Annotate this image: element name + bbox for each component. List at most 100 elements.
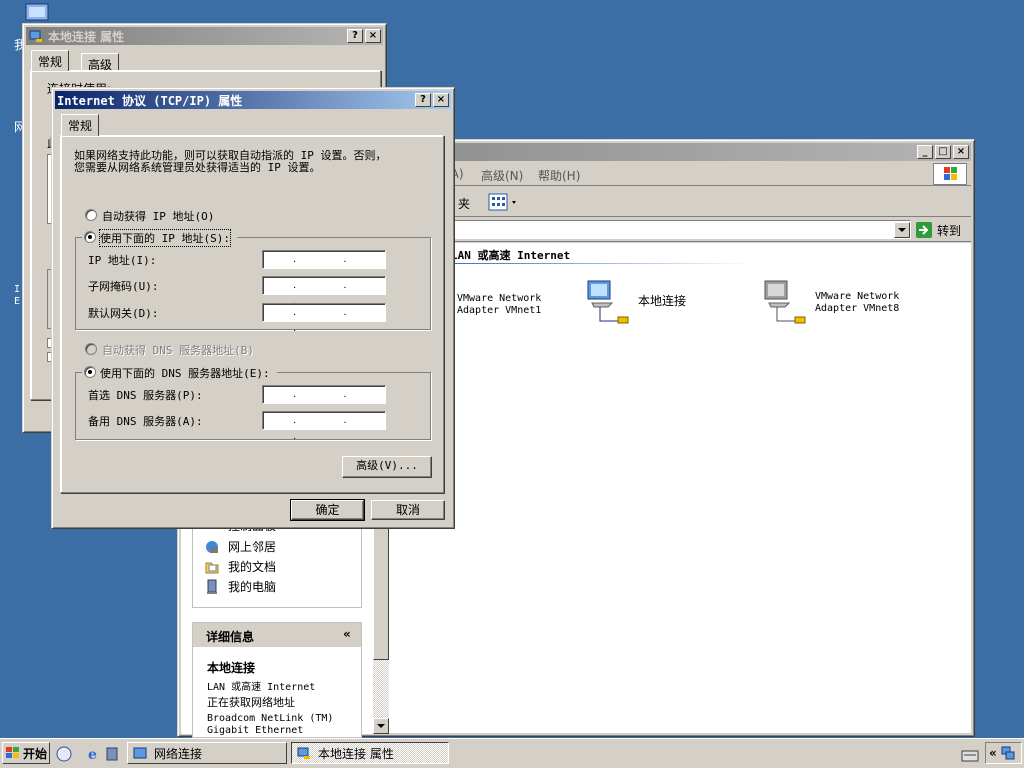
details-device-line1: Broadcom NetLink (TM) (207, 713, 334, 724)
other-place-network[interactable]: 网上邻居 (204, 538, 276, 555)
tray-chevron-icon[interactable]: « (989, 746, 997, 760)
gateway-input[interactable]: . . . (262, 303, 386, 334)
gateway-label: 默认网关(D): (88, 307, 159, 320)
windows-logo-icon (933, 163, 967, 185)
group-header-rule (451, 263, 751, 264)
scroll-thumb[interactable] (373, 520, 389, 660)
svg-text:e: e (88, 747, 97, 763)
details-status: 正在获取网络地址 (207, 696, 295, 709)
connection-vmnet8[interactable]: VMware Network Adapter VMnet8 (761, 277, 921, 327)
help-button[interactable]: ? (415, 93, 431, 107)
start-button[interactable]: 开始 (2, 742, 50, 764)
advanced-button[interactable]: 高级(V)... (342, 456, 432, 478)
task-label: 网络连接 (154, 746, 203, 761)
use-dns-legend: 使用下面的 DNS 服务器地址(E): (82, 363, 277, 381)
tcpip-title: Internet 协议 (TCP/IP) 属性 (57, 93, 243, 108)
chevron-down-icon (898, 228, 906, 232)
details-panel: 详细信息 « 本地连接 LAN 或高速 Internet 正在获取网络地址 Br… (192, 622, 362, 738)
quick-launch: e (55, 744, 125, 764)
other-place-my-computer[interactable]: 我的电脑 (204, 578, 276, 595)
task-label: 本地连接 属性 (318, 746, 394, 761)
scroll-down-button[interactable] (373, 718, 389, 734)
arrow-down-icon (377, 724, 385, 728)
help-button[interactable]: ? (347, 29, 363, 43)
views-button[interactable] (486, 192, 522, 212)
keyboard-icon[interactable] (960, 747, 980, 763)
desktop-icon-my-computer[interactable] (22, 2, 52, 24)
auto-dns-radio[interactable] (85, 343, 97, 355)
preferred-dns-label: 首选 DNS 服务器(P): (88, 389, 203, 402)
maximize-button[interactable]: □ (935, 145, 951, 159)
collapse-chevron-icon[interactable]: « (343, 627, 351, 641)
views-icon (488, 193, 516, 211)
connection-vmnet8-line1: VMware Network (815, 291, 900, 302)
connection-local-label: 本地连接 (638, 294, 687, 308)
menu-item-help[interactable]: 帮助(H) (538, 167, 580, 184)
tab-advanced[interactable]: 高级 (81, 53, 120, 72)
network-small-icon (297, 747, 310, 759)
connection-local[interactable]: 本地连接 (584, 277, 704, 327)
details-type: LAN 或高速 Internet (207, 682, 316, 693)
details-device-line2: Gigabit Ethernet (207, 725, 304, 736)
toolbar-folders-fragment[interactable]: 夹 (458, 195, 470, 212)
start-label: 开始 (23, 746, 48, 761)
documents-icon (205, 562, 219, 573)
desktop-icon-label-3: I (14, 284, 21, 295)
go-button[interactable]: 转到 (915, 220, 970, 240)
go-button-label: 转到 (937, 223, 962, 238)
quick-launch-icons: e (56, 746, 118, 763)
subnet-mask-input[interactable]: . . . (262, 276, 386, 307)
local-props-titlebar: 本地连接 属性 ? × (26, 27, 383, 45)
auto-ip-label[interactable]: 自动获得 IP 地址(O) (102, 208, 214, 224)
auto-ip-radio[interactable] (85, 209, 97, 221)
address-input[interactable] (451, 220, 911, 239)
use-dns-radio[interactable] (84, 366, 96, 378)
tcpip-titlebar: Internet 协议 (TCP/IP) 属性 ? × (55, 91, 451, 109)
network-connection-icon (587, 280, 629, 324)
network-tray-icon[interactable] (1000, 745, 1016, 761)
local-props-title: 本地连接 属性 (48, 29, 125, 44)
ip-address-label: IP 地址(I): (88, 254, 157, 267)
tab-general[interactable]: 常规 (61, 114, 100, 136)
system-tray: « (985, 742, 1022, 764)
group-header: LAN 或高速 Internet (451, 249, 571, 262)
menu-item-advanced[interactable]: 高级(N) (481, 167, 523, 184)
address-dropdown-button[interactable] (894, 222, 910, 238)
alternate-dns-label: 备用 DNS 服务器(A): (88, 415, 203, 428)
alternate-dns-dots: . . . (293, 415, 369, 442)
task-local-connection-properties[interactable]: 本地连接 属性 (291, 742, 449, 764)
tcpip-properties-dialog: Internet 协议 (TCP/IP) 属性 ? × 常规 如果网络支持此功能… (51, 87, 455, 529)
close-button[interactable]: × (365, 29, 381, 43)
connection-vmnet1-line2: Adapter VMnet1 (457, 305, 542, 316)
use-ip-label[interactable]: 使用下面的 IP 地址(S): (99, 229, 231, 247)
go-arrow-icon (916, 222, 932, 238)
ip-address-input[interactable]: . . . (262, 250, 386, 281)
close-button[interactable]: × (953, 145, 969, 159)
other-place-label: 我的文档 (228, 560, 277, 574)
cancel-button[interactable]: 取消 (371, 500, 445, 520)
subnet-mask-label: 子网掩码(U): (88, 280, 159, 293)
task-network-connections[interactable]: 网络连接 (127, 742, 287, 764)
ok-button[interactable]: 确定 (290, 499, 365, 521)
other-place-label: 我的电脑 (228, 580, 277, 594)
auto-dns-label[interactable]: 自动获得 DNS 服务器地址(B) (102, 342, 254, 358)
tab-general[interactable]: 常规 (31, 50, 70, 71)
connection-vmnet1[interactable]: VMware Network Adapter VMnet1 (457, 287, 557, 327)
network-folder-icon (133, 747, 147, 759)
use-dns-label[interactable]: 使用下面的 DNS 服务器地址(E): (100, 365, 270, 381)
use-ip-legend: 使用下面的 IP 地址(S): (82, 228, 237, 247)
close-button[interactable]: × (433, 93, 449, 107)
connection-vmnet1-line1: VMware Network (457, 293, 542, 304)
other-place-documents[interactable]: 我的文档 (204, 558, 276, 575)
intro-line-2: 您需要从网络系统管理员处获得适当的 IP 设置。 (74, 161, 321, 174)
preferred-dns-input[interactable]: . . . (262, 385, 386, 416)
minimize-button[interactable]: _ (917, 145, 933, 159)
network-connection-disabled-icon (764, 280, 806, 324)
network-places-icon (206, 540, 218, 553)
use-ip-radio[interactable] (84, 231, 96, 243)
task-pane-scrollbar[interactable] (373, 520, 389, 734)
taskbar: 开始 e 网络连接 本地连接 属性 « (0, 738, 1024, 768)
details-header[interactable]: 详细信息 « (193, 623, 361, 647)
alternate-dns-input[interactable]: . . . (262, 411, 386, 442)
desktop-icon-label-4: E (14, 296, 21, 307)
